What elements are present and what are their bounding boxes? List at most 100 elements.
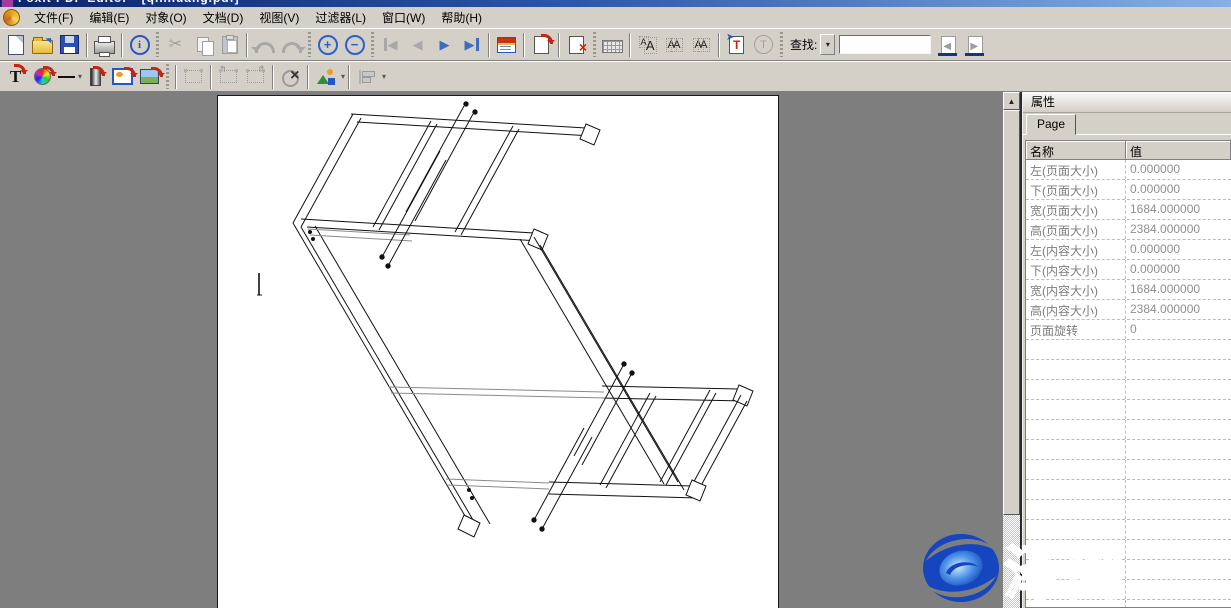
rotate-object-left-button[interactable]: ↰ xyxy=(215,63,242,90)
redo-button[interactable] xyxy=(278,31,305,58)
table-row[interactable]: 左(页面大小)0.000000 xyxy=(1026,160,1231,180)
menu-file[interactable]: 文件(F) xyxy=(26,7,81,28)
redo-icon xyxy=(282,42,302,53)
properties-panel: 属性 Page 名称 值 左(页面大小)0.000000 下(页面大小)0.00… xyxy=(1022,92,1231,608)
shapes-icon xyxy=(317,69,335,85)
table-row[interactable]: 宽(内容大小)1684.000000 xyxy=(1026,280,1231,300)
prop-value[interactable]: 1684.000000 xyxy=(1126,200,1231,219)
previous-page-button[interactable]: ◀ xyxy=(404,31,431,58)
delete-object-button[interactable]: × xyxy=(277,63,304,90)
save-button[interactable] xyxy=(56,31,83,58)
rotate-page-button[interactable] xyxy=(528,31,555,58)
virtual-keyboard-button[interactable] xyxy=(599,31,626,58)
line-style-button[interactable] xyxy=(56,63,76,90)
expand-text-button[interactable]: AA xyxy=(688,31,715,58)
align-objects-button[interactable] xyxy=(353,63,380,90)
table-row[interactable]: 左(内容大小)0.000000 xyxy=(1026,240,1231,260)
insert-text-button[interactable]: T➤ xyxy=(723,31,750,58)
cut-button[interactable]: ✂ xyxy=(162,31,189,58)
find-input[interactable] xyxy=(839,35,931,54)
toolbar-drag-handle[interactable] xyxy=(371,32,374,57)
add-shading-button[interactable] xyxy=(82,63,109,90)
text-orientation-icon: T xyxy=(754,35,773,54)
select-transform-button[interactable] xyxy=(180,63,207,90)
scrollbar-thumb[interactable] xyxy=(1003,110,1020,515)
edit-image-icon xyxy=(112,68,133,85)
menu-view[interactable]: 视图(V) xyxy=(251,7,307,28)
delete-page-button[interactable]: × xyxy=(563,31,590,58)
menu-object[interactable]: 对象(O) xyxy=(137,7,194,28)
scroll-up-button[interactable]: ▲ xyxy=(1003,92,1020,110)
toolbar-drag-handle[interactable] xyxy=(156,32,159,57)
new-button[interactable] xyxy=(2,31,29,58)
paste-button[interactable] xyxy=(216,31,243,58)
prop-value[interactable]: 0.000000 xyxy=(1126,260,1231,279)
find-backward-button[interactable]: ◀ xyxy=(935,31,962,58)
document-info-button[interactable]: i xyxy=(126,31,153,58)
table-row[interactable]: 高(内容大小)2384.000000 xyxy=(1026,300,1231,320)
line-icon xyxy=(58,76,75,78)
prop-value[interactable]: 1684.000000 xyxy=(1126,280,1231,299)
open-button[interactable] xyxy=(29,31,56,58)
table-row[interactable]: 页面旋转0 xyxy=(1026,320,1231,340)
next-page-button[interactable]: ▶ xyxy=(431,31,458,58)
insert-shapes-button[interactable] xyxy=(312,63,339,90)
separator xyxy=(348,65,350,89)
pdf-page[interactable] xyxy=(217,95,779,608)
edit-image-button[interactable] xyxy=(109,63,136,90)
color-wheel-icon xyxy=(34,68,51,85)
column-header-value[interactable]: 值 xyxy=(1126,141,1231,160)
table-row[interactable]: 下(页面大小)0.000000 xyxy=(1026,180,1231,200)
toolbar-drag-handle[interactable] xyxy=(780,32,783,57)
prop-value[interactable]: 2384.000000 xyxy=(1126,300,1231,319)
add-color-button[interactable] xyxy=(29,63,56,90)
add-text-button[interactable]: T xyxy=(2,63,29,90)
print-button[interactable] xyxy=(91,31,118,58)
prop-value[interactable]: 0.000000 xyxy=(1126,160,1231,179)
separator xyxy=(558,33,560,57)
prop-name: 左(页面大小) xyxy=(1026,160,1126,179)
page-thumbnails-button[interactable] xyxy=(493,31,520,58)
toolbar-drag-handle[interactable] xyxy=(593,32,596,57)
title-bar: Foxit PDF Editor - [qinhuang.pdf] xyxy=(0,0,1231,7)
condense-text-button[interactable]: AA xyxy=(661,31,688,58)
table-row[interactable]: 下(内容大小)0.000000 xyxy=(1026,260,1231,280)
new-document-icon xyxy=(8,35,24,55)
insert-shapes-dropdown[interactable]: ▾ xyxy=(341,72,345,81)
align-objects-dropdown[interactable]: ▾ xyxy=(382,72,386,81)
undo-button[interactable] xyxy=(251,31,278,58)
vertical-scrollbar[interactable]: ▲ xyxy=(1003,92,1020,608)
table-row[interactable]: 宽(页面大小)1684.000000 xyxy=(1026,200,1231,220)
copy-button[interactable] xyxy=(189,31,216,58)
tab-page[interactable]: Page xyxy=(1026,114,1076,135)
table-row[interactable]: 高(页面大小)2384.000000 xyxy=(1026,220,1231,240)
last-page-button[interactable]: ▶ xyxy=(458,31,485,58)
column-header-name[interactable]: 名称 xyxy=(1026,141,1126,160)
scale-text-button[interactable]: AA xyxy=(634,31,661,58)
align-icon xyxy=(359,70,375,84)
rotate-left-icon: ↰ xyxy=(220,70,237,83)
document-canvas[interactable] xyxy=(0,92,1003,608)
menu-filter[interactable]: 过滤器(L) xyxy=(307,7,374,28)
menu-edit[interactable]: 编辑(E) xyxy=(81,7,137,28)
menu-document[interactable]: 文档(D) xyxy=(195,7,252,28)
find-forward-button[interactable]: ▶ xyxy=(962,31,989,58)
find-dropdown-button[interactable]: ▾ xyxy=(820,34,835,55)
text-orientation-button[interactable]: T xyxy=(750,31,777,58)
first-page-button[interactable]: ◀ xyxy=(377,31,404,58)
toolbar-drag-handle[interactable] xyxy=(166,64,169,89)
rotate-object-right-button[interactable]: ↱ xyxy=(242,63,269,90)
add-image-button[interactable] xyxy=(136,63,163,90)
toolbar-drag-handle[interactable] xyxy=(308,32,311,57)
zoom-in-button[interactable]: + xyxy=(314,31,341,58)
separator xyxy=(523,33,525,57)
prop-value[interactable]: 0.000000 xyxy=(1126,240,1231,259)
prop-value[interactable]: 0 xyxy=(1126,320,1231,339)
prop-name: 宽(页面大小) xyxy=(1026,200,1126,219)
rotate-page-icon xyxy=(534,36,549,54)
menu-window[interactable]: 窗口(W) xyxy=(374,7,433,28)
zoom-out-button[interactable]: − xyxy=(341,31,368,58)
menu-help[interactable]: 帮助(H) xyxy=(433,7,490,28)
prop-value[interactable]: 0.000000 xyxy=(1126,180,1231,199)
prop-value[interactable]: 2384.000000 xyxy=(1126,220,1231,239)
